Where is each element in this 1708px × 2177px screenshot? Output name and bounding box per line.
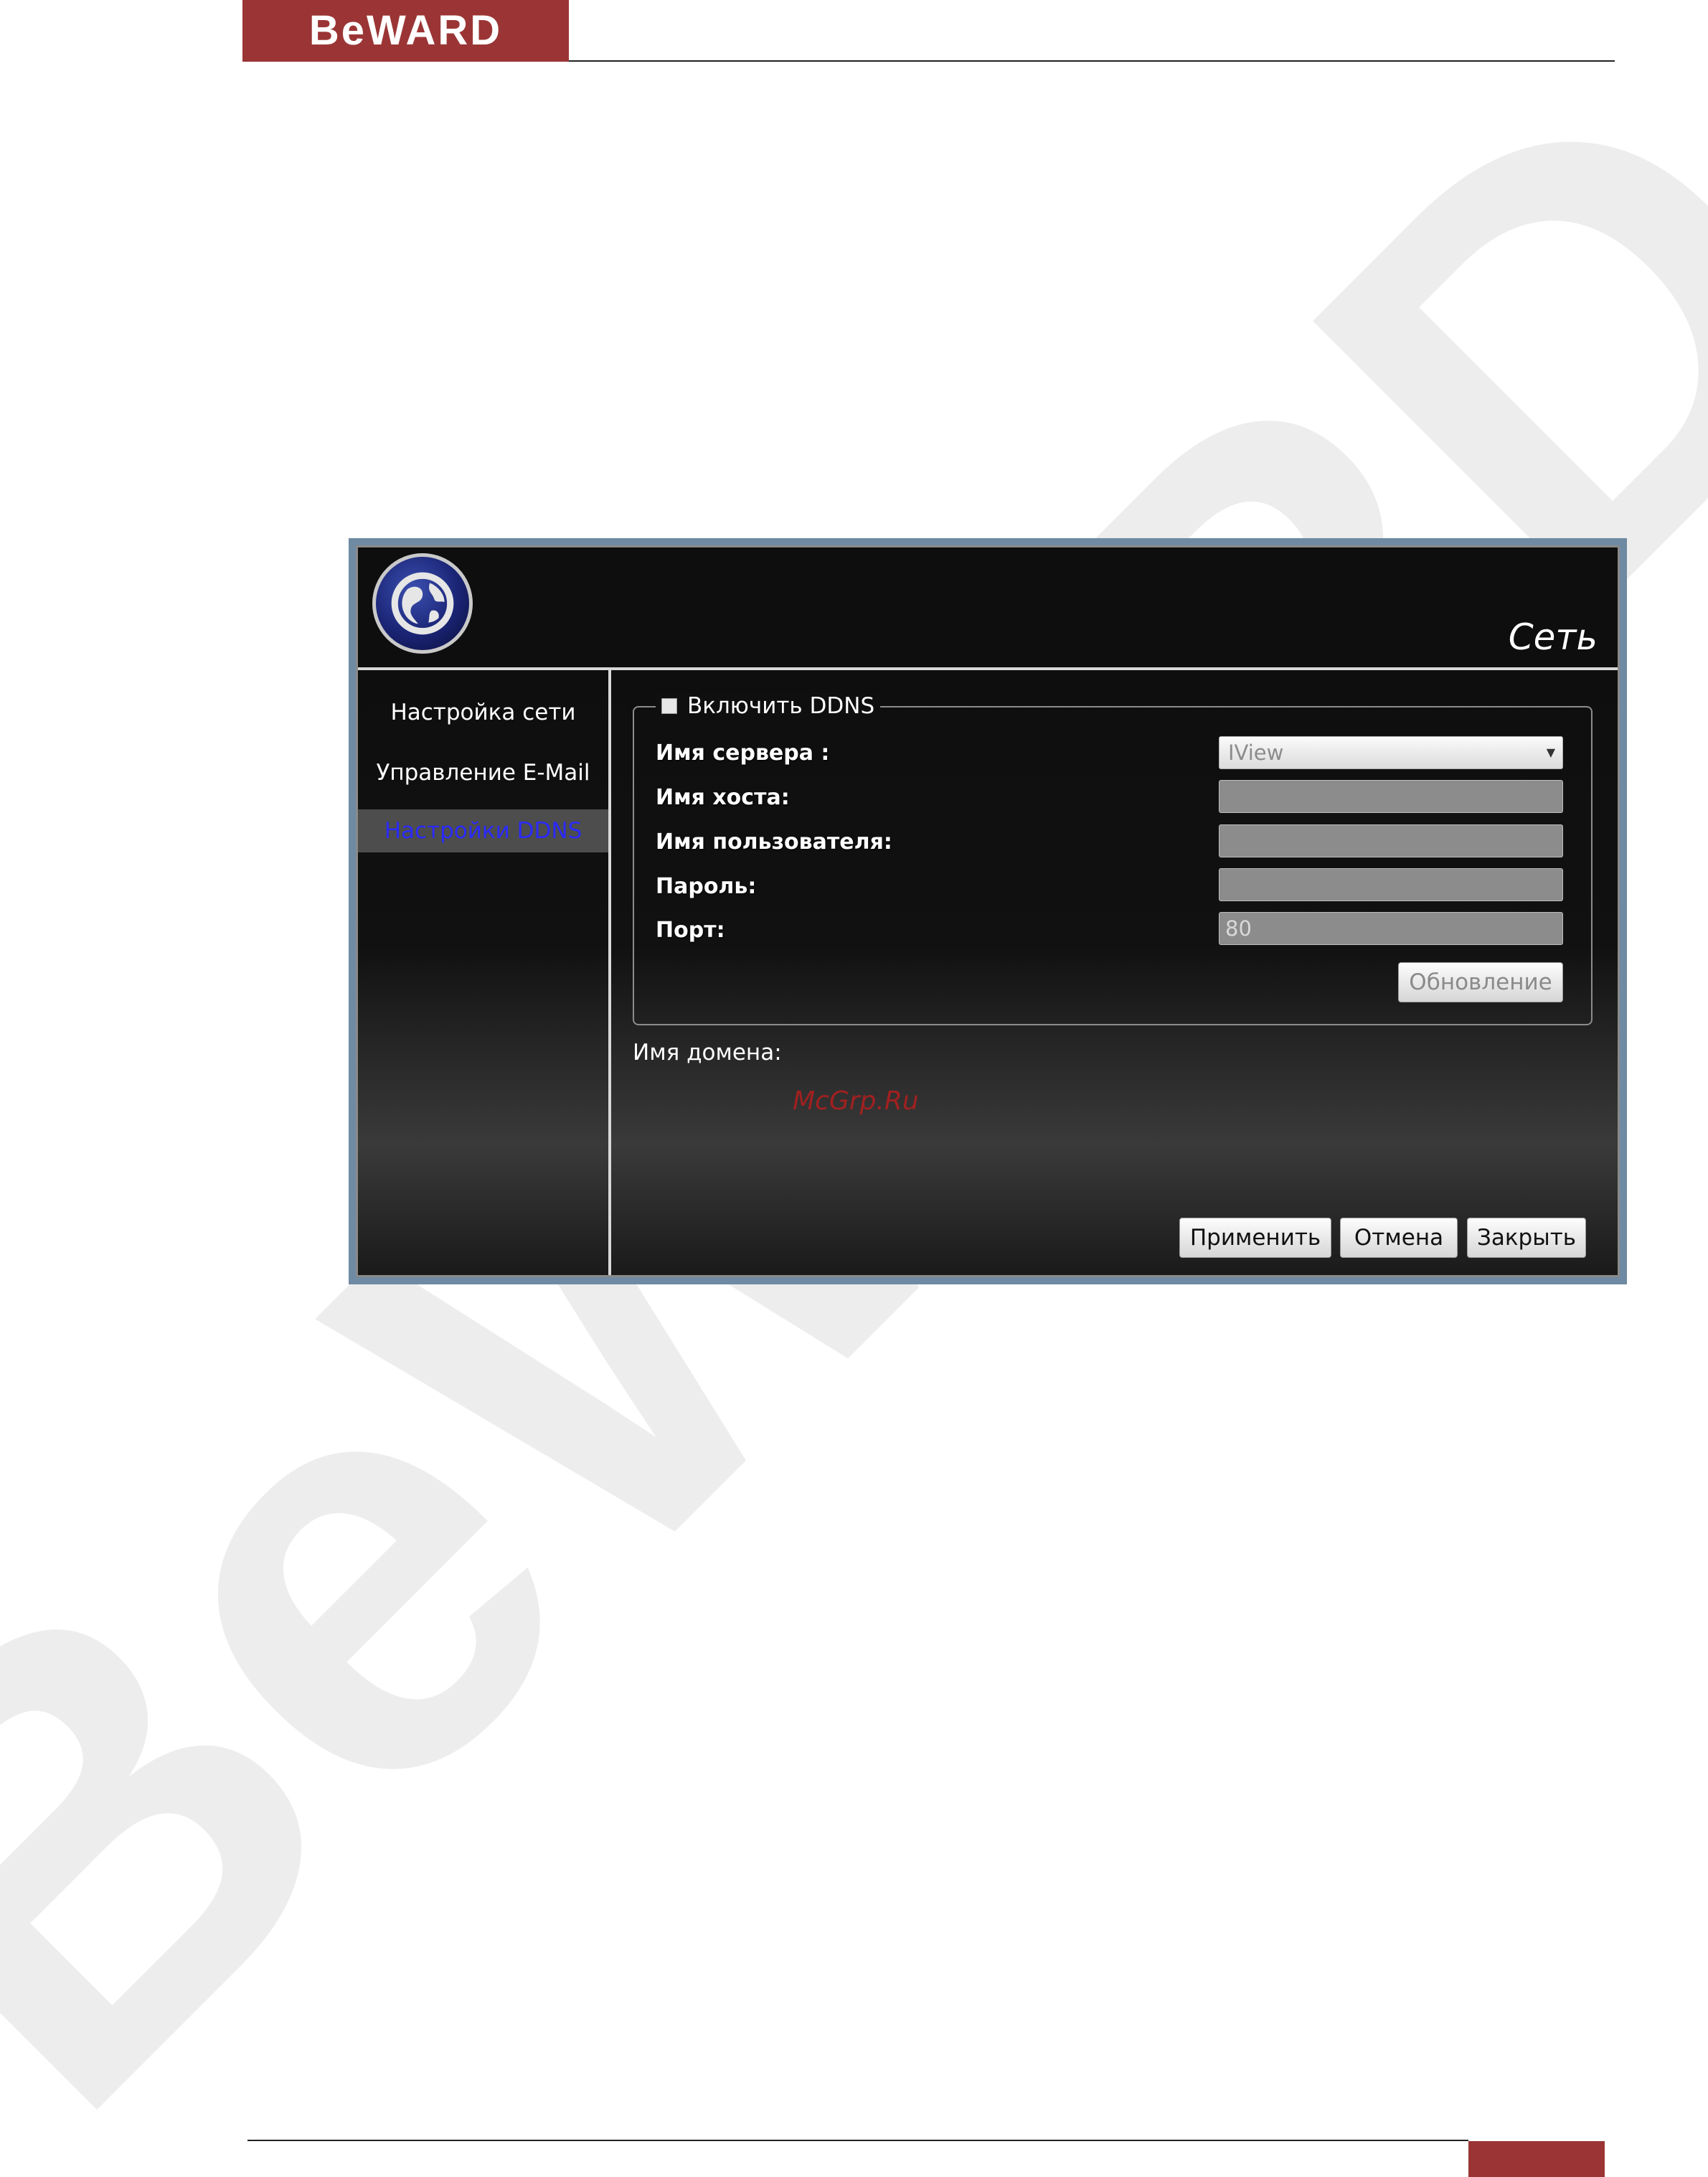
source-watermark: McGrp.Ru — [793, 1086, 919, 1116]
enable-ddns-checkbox[interactable] — [661, 698, 677, 714]
username-input[interactable] — [1219, 824, 1563, 857]
server-name-label: Имя сервера : — [656, 740, 830, 766]
footer-page-tab — [1468, 2141, 1605, 2177]
server-name-select[interactable]: IView ▼ — [1219, 736, 1563, 769]
ddns-enable-legend: Включить DDNS — [656, 693, 881, 719]
globe-icon — [372, 553, 473, 654]
sidebar-item-ddns[interactable]: Настройки DDNS — [358, 809, 608, 852]
window-titlebar: Сеть — [358, 547, 1618, 670]
apply-button[interactable]: Применить — [1179, 1218, 1331, 1258]
network-settings-window: Сеть Настройка сети Управление E-Mail На… — [356, 545, 1620, 1277]
host-name-input[interactable] — [1219, 780, 1563, 813]
port-label: Порт: — [656, 918, 725, 943]
server-name-value: IView — [1228, 740, 1284, 765]
host-name-label: Имя хоста: — [656, 785, 790, 810]
username-label: Имя пользователя: — [656, 829, 892, 855]
domain-name-label: Имя домена: — [633, 1040, 782, 1066]
cancel-button[interactable]: Отмена — [1340, 1218, 1458, 1258]
password-input[interactable] — [1219, 868, 1563, 901]
enable-ddns-label: Включить DDNS — [687, 693, 875, 719]
brand-logo-text: BeWARD — [308, 7, 503, 54]
brand-logo: BeWARD — [242, 0, 569, 62]
password-label: Пароль: — [656, 874, 757, 899]
window-title: Сеть — [1508, 616, 1598, 658]
screenshot-frame: Сеть Настройка сети Управление E-Mail На… — [349, 538, 1627, 1284]
footer-divider — [247, 2140, 1468, 2141]
port-input[interactable]: 80 — [1219, 912, 1563, 945]
ddns-fieldset: Включить DDNS Имя сервера : IView ▼ Имя … — [633, 693, 1593, 1025]
update-button[interactable]: Обновление — [1398, 962, 1563, 1002]
header-divider — [569, 60, 1615, 62]
dropdown-arrow-icon: ▼ — [1546, 746, 1555, 759]
sidebar-item-network-settings[interactable]: Настройка сети — [358, 691, 608, 734]
sidebar-item-email[interactable]: Управление E-Mail — [358, 751, 608, 794]
close-button[interactable]: Закрыть — [1467, 1218, 1586, 1258]
ddns-panel: Включить DDNS Имя сервера : IView ▼ Имя … — [611, 670, 1618, 1275]
sidebar: Настройка сети Управление E-Mail Настрой… — [358, 670, 611, 1275]
